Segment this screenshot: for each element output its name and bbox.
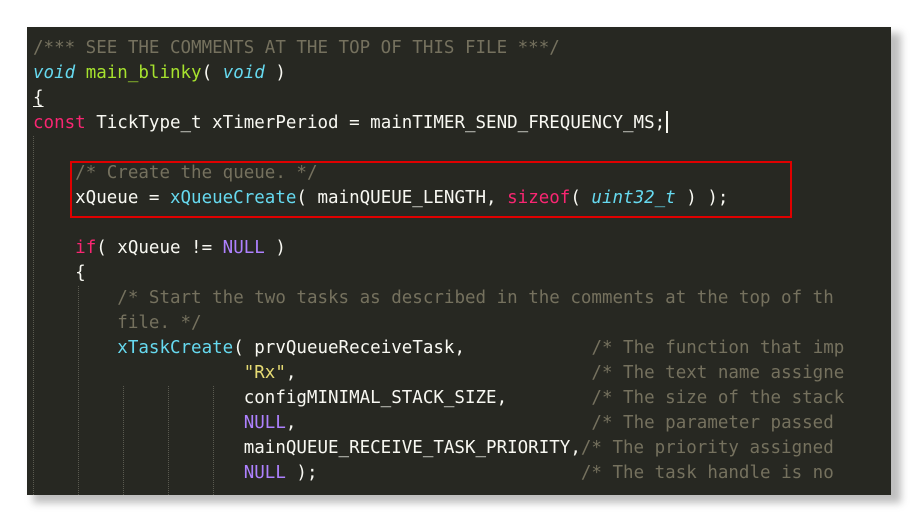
code-token: /* The function that imp [591, 338, 845, 358]
code-token: mainQUEUE_RECEIVE_TASK_PRIORITY, [33, 438, 581, 458]
code-line[interactable]: file. */ [33, 311, 844, 336]
code-line[interactable]: /* Start the two tasks as described in t… [33, 286, 844, 311]
text-cursor [666, 111, 669, 133]
code-line[interactable]: NULL, /* The parameter passed [33, 411, 844, 436]
code-token: NULL [243, 463, 286, 483]
code-token: if [75, 238, 97, 258]
code-token: void [33, 63, 76, 83]
code-token: /* The size of the stack [591, 388, 845, 408]
code-token: NULL [243, 413, 286, 433]
code-token: TickType_t xTimerPeriod = mainTIMER_SEND… [85, 113, 666, 133]
code-token: { [33, 263, 86, 283]
code-line[interactable]: "Rx", /* The text name assigne [33, 361, 845, 386]
code-line[interactable]: /*** SEE THE COMMENTS AT THE TOP OF THIS… [33, 36, 844, 61]
code-line[interactable]: const TickType_t xTimerPeriod = mainTIME… [33, 111, 844, 136]
code-token: "Rx" [243, 363, 286, 383]
code-line[interactable] [33, 136, 844, 161]
code-editor[interactable]: /*** SEE THE COMMENTS AT THE TOP OF THIS… [27, 27, 891, 495]
code-token: file. */ [117, 313, 202, 333]
code-token: ); [285, 463, 581, 483]
code-line[interactable]: { [33, 261, 844, 286]
code-token: /* Start the two tasks as described in t… [117, 288, 834, 308]
code-line[interactable]: if( xQueue != NULL ) [33, 236, 844, 261]
code-line[interactable]: void main_blinky( void ) [33, 61, 844, 86]
code-token: configMINIMAL_STACK_SIZE, [33, 388, 592, 408]
code-line[interactable]: NULL ); /* The task handle is no [33, 461, 844, 486]
code-token: main_blinky [85, 63, 202, 83]
code-token: { [33, 88, 44, 108]
code-token: /*** SEE THE COMMENTS AT THE TOP OF THIS… [33, 38, 560, 58]
code-token: ( [201, 63, 223, 83]
code-token: ( prvQueueReceiveTask, [233, 338, 592, 358]
code-token: xTaskCreate [117, 338, 234, 358]
code-line[interactable]: configMINIMAL_STACK_SIZE, /* The size of… [33, 386, 845, 411]
code-text[interactable]: /*** SEE THE COMMENTS AT THE TOP OF THIS… [33, 36, 844, 486]
code-line[interactable]: mainQUEUE_RECEIVE_TASK_PRIORITY,/* The p… [33, 436, 844, 461]
highlight-box [70, 161, 792, 218]
code-line[interactable]: xTaskCreate( prvQueueReceiveTask, /* The… [33, 336, 844, 361]
code-token: ) [264, 63, 286, 83]
code-token: void [222, 63, 265, 83]
code-token: , [285, 413, 592, 433]
code-line[interactable]: { [33, 86, 844, 111]
code-token: NULL [222, 238, 265, 258]
code-token: /* The task handle is no [580, 463, 834, 483]
code-token: /* The text name assigne [591, 363, 845, 383]
code-token: ( xQueue != [96, 238, 223, 258]
code-token: /* The parameter passed [591, 413, 845, 433]
code-token: const [33, 113, 86, 133]
code-token: ) [264, 238, 286, 258]
code-token: , [285, 363, 592, 383]
code-token: /* The priority assigned [580, 438, 834, 458]
